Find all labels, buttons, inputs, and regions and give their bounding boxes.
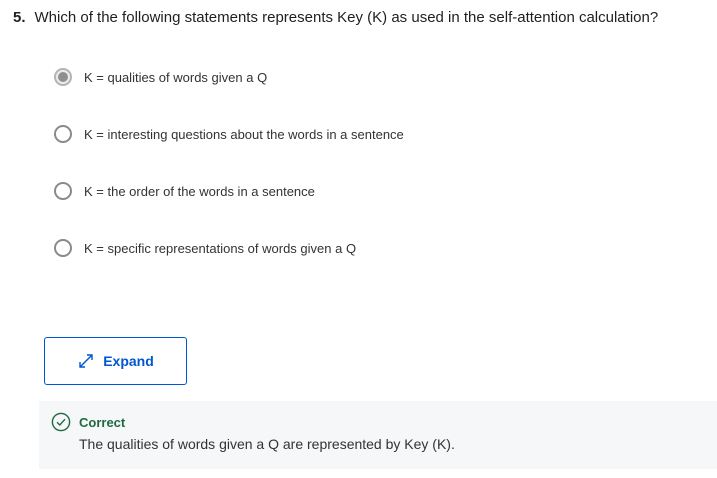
check-circle-icon (51, 412, 71, 432)
question-prompt: 5. Which of the following statements repr… (13, 8, 658, 28)
answer-option-3[interactable]: K = the order of the words in a sentence (54, 180, 315, 202)
answer-option-label: K = specific representations of words gi… (84, 240, 357, 256)
question-text: Which of the following statements repres… (34, 9, 659, 26)
radio-unselected-icon[interactable] (54, 182, 72, 200)
expand-button-label: Expand (103, 353, 154, 369)
answer-option-2[interactable]: K = interesting questions about the word… (54, 123, 404, 145)
feedback-status: Correct (79, 415, 126, 430)
answer-option-4[interactable]: K = specific representations of words gi… (54, 237, 356, 259)
feedback-explanation: The qualities of words given a Q are rep… (79, 436, 455, 452)
expand-button[interactable]: Expand (44, 337, 187, 385)
answer-option-label: K = interesting questions about the word… (84, 126, 404, 142)
feedback-panel: Correct The qualities of words given a Q… (39, 401, 717, 469)
quiz-page: 5. Which of the following statements repr… (0, 0, 717, 478)
answer-option-label: K = qualities of words given a Q (84, 69, 268, 85)
answer-option-1[interactable]: K = qualities of words given a Q (54, 66, 267, 88)
expand-arrows-icon (79, 354, 93, 368)
radio-unselected-icon[interactable] (54, 239, 72, 257)
radio-selected-icon[interactable] (54, 68, 72, 86)
answer-option-label: K = the order of the words in a sentence (84, 183, 315, 199)
radio-unselected-icon[interactable] (54, 125, 72, 143)
question-number: 5. (13, 9, 26, 26)
